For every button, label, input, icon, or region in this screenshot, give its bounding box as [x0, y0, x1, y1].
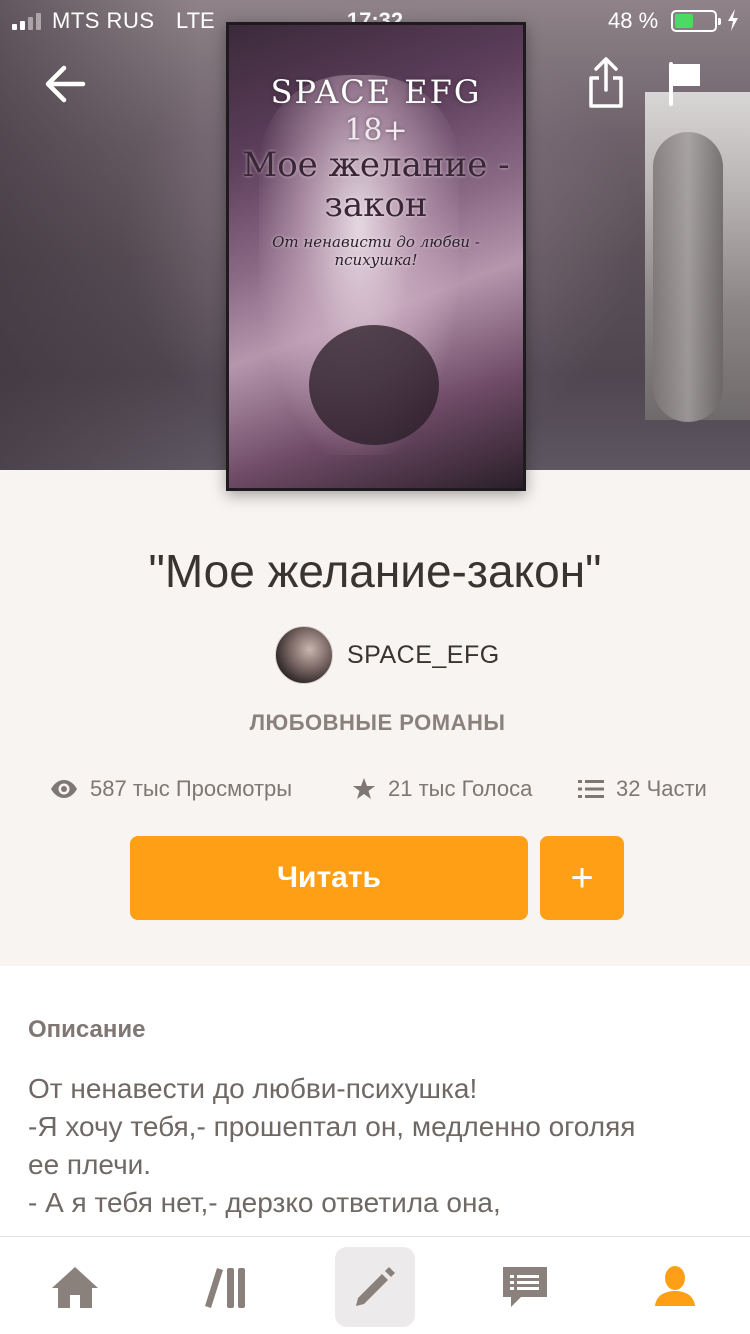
share-icon	[589, 57, 623, 108]
cover-title-line2: закон	[324, 185, 428, 225]
author-name[interactable]: SPACE_EFG	[347, 641, 500, 670]
read-button[interactable]: Читать	[130, 836, 528, 920]
charging-icon	[728, 9, 738, 31]
messages-icon	[503, 1267, 547, 1307]
battery-icon	[671, 10, 721, 32]
description-line: -Я хочу тебя,- прошептал он, медленно ог…	[28, 1111, 636, 1142]
cover-poem-text: ​	[237, 433, 387, 444]
description-line: - А я тебя нет,- дерзко ответила она,	[28, 1187, 501, 1218]
bottom-tab-bar	[0, 1236, 750, 1334]
book-cover[interactable]: SPACE EFG 18+ Мое желание - закон От нен…	[226, 22, 526, 491]
book-title: "Мое желание-закон"	[148, 545, 602, 597]
genre-link[interactable]: ЛЮБОВНЫЕ РОМАНЫ	[0, 710, 750, 736]
add-to-library-button[interactable]: +	[540, 836, 624, 920]
description-line: От ненавести до любви-психушка!	[28, 1073, 478, 1104]
cover-author-text: SPACE EFG	[270, 73, 482, 111]
tab-write[interactable]	[335, 1247, 415, 1327]
author-link[interactable]: SPACE_EFG	[275, 625, 500, 685]
report-button[interactable]	[666, 58, 706, 108]
tab-library[interactable]	[186, 1247, 266, 1327]
story-stats: 587 тыс Просмотры 21 тыс Голоса 32 Части	[0, 772, 750, 806]
share-button[interactable]	[584, 56, 628, 112]
pencil-icon	[356, 1267, 395, 1306]
tab-home[interactable]	[35, 1247, 115, 1327]
battery-percent: 48 %	[608, 8, 659, 33]
author-avatar[interactable]	[275, 626, 333, 684]
cover-title-line1: Мое желание -	[242, 145, 510, 185]
views-count: 587 тыс Просмотры	[90, 776, 293, 801]
parts-stat[interactable]: 32 Части	[578, 772, 707, 806]
views-stat: 587 тыс Просмотры	[50, 772, 292, 806]
parts-count: 32 Части	[616, 776, 707, 801]
cover-age-rating: 18+	[344, 113, 408, 148]
hero-shade	[0, 0, 200, 470]
cover-figure-shadow	[309, 325, 439, 445]
home-icon	[52, 1267, 98, 1308]
cover-tagline: От ненависти до любви - психушка!	[272, 233, 480, 269]
list-icon	[578, 780, 604, 798]
description-heading: Описание	[28, 1016, 146, 1043]
flag-icon	[669, 62, 700, 106]
adjacent-cover-image[interactable]	[645, 92, 750, 422]
arrow-left-icon	[45, 65, 86, 103]
votes-stat: 21 тыс Голоса	[352, 772, 532, 806]
eye-icon	[51, 780, 77, 798]
back-button[interactable]	[38, 60, 90, 108]
tab-messages[interactable]	[485, 1247, 565, 1327]
description-text[interactable]: От ненавести до любви-психушка! -Я хочу …	[28, 1070, 728, 1222]
description-line: ее плечи.	[28, 1149, 152, 1180]
profile-icon	[655, 1266, 695, 1306]
tab-profile[interactable]	[635, 1247, 715, 1327]
star-icon	[353, 778, 375, 799]
library-icon	[205, 1268, 245, 1308]
adjacent-cover-figure	[653, 132, 723, 422]
votes-count: 21 тыс Голоса	[388, 776, 533, 801]
cover-title: Мое желание - закон	[229, 145, 523, 225]
